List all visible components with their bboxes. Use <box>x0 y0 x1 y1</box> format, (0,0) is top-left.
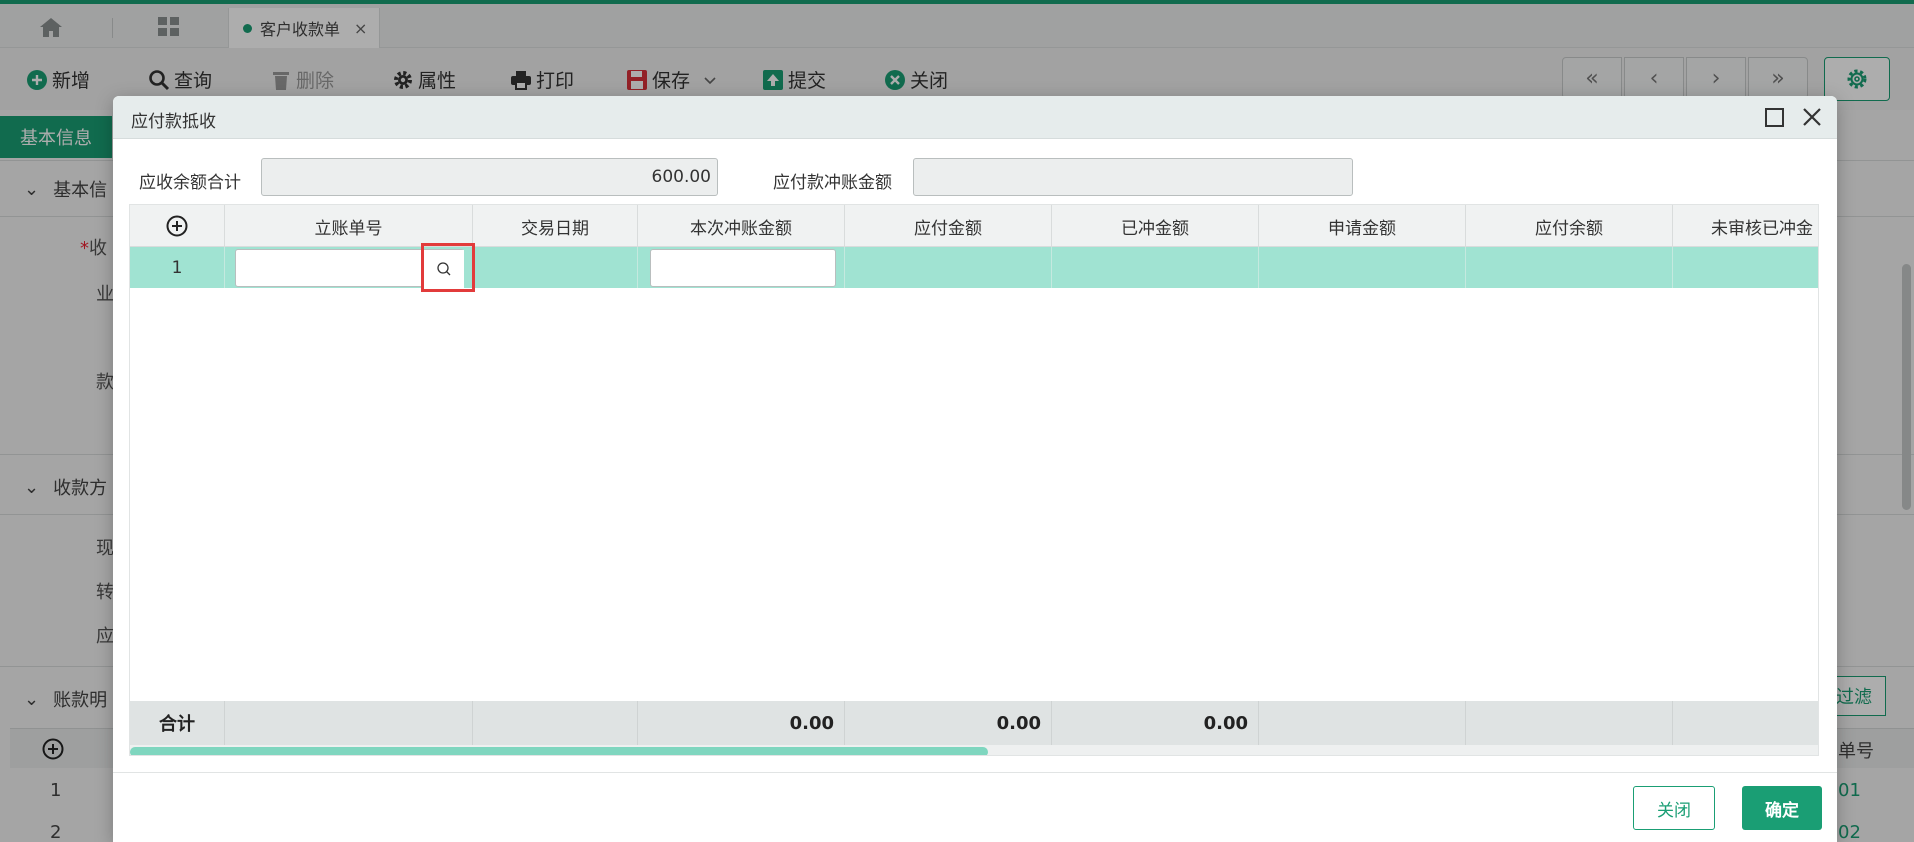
dialog-title: 应付款抵收 <box>131 112 216 132</box>
col-header-payable[interactable]: 应付金额 <box>845 205 1052 247</box>
footer-payable: 0.00 <box>845 701 1052 745</box>
grid-header: 立账单号 交易日期 本次冲账金额 应付金额 已冲金额 申请金额 应付余额 未审核… <box>130 205 1818 247</box>
cell-trade-date[interactable] <box>473 247 638 288</box>
payable-offset-label: 应付款冲账金额 <box>773 173 892 193</box>
plus-circle-icon <box>166 215 188 237</box>
footer-cell <box>1673 701 1818 745</box>
dialog-footer-divider <box>113 772 1837 773</box>
receivable-total-label: 应收余额合计 <box>139 173 241 193</box>
table-row[interactable]: 1 <box>130 247 1818 288</box>
footer-cell <box>1466 701 1673 745</box>
footer-cell <box>1259 701 1466 745</box>
col-header-balance[interactable]: 应付余额 <box>1466 205 1673 247</box>
col-header-offset-amount[interactable]: 本次冲账金额 <box>638 205 845 247</box>
col-header-offset-done[interactable]: 已冲金额 <box>1052 205 1259 247</box>
horizontal-scrollbar[interactable] <box>130 745 1818 755</box>
footer-offset-amount: 0.00 <box>638 701 845 745</box>
close-icon[interactable] <box>1799 104 1825 130</box>
scrollbar-thumb[interactable] <box>130 747 988 755</box>
cell-unreviewed <box>1673 247 1818 288</box>
col-header-applied[interactable]: 申请金额 <box>1259 205 1466 247</box>
cell-applied <box>1259 247 1466 288</box>
offset-dialog: 应付款抵收 应收余额合计 600.00 应付款冲账金额 立账单号 交易日期 本次… <box>113 96 1837 842</box>
receivable-total-field: 600.00 <box>261 158 718 196</box>
cell-payable <box>845 247 1052 288</box>
col-header-account-no[interactable]: 立账单号 <box>225 205 473 247</box>
footer-cell <box>225 701 473 745</box>
col-header-trade-date[interactable]: 交易日期 <box>473 205 638 247</box>
dialog-header: 应付款抵收 <box>113 96 1837 139</box>
grid-footer: 合计 0.00 0.00 0.00 <box>130 701 1818 745</box>
col-header-unreviewed[interactable]: 未审核已冲金 <box>1673 205 1818 247</box>
footer-cell <box>473 701 638 745</box>
lookup-highlight <box>421 243 475 292</box>
footer-offset-done: 0.00 <box>1052 701 1259 745</box>
footer-total-label: 合计 <box>130 701 225 745</box>
maximize-icon[interactable] <box>1765 108 1784 127</box>
cell-balance <box>1466 247 1673 288</box>
offset-amount-input[interactable] <box>650 249 836 287</box>
cell-offset-amount <box>638 247 845 288</box>
dialog-ok-button[interactable]: 确定 <box>1742 786 1822 830</box>
row-number: 1 <box>130 247 225 288</box>
payable-offset-field <box>913 158 1353 196</box>
cell-offset-done <box>1052 247 1259 288</box>
offset-grid: 立账单号 交易日期 本次冲账金额 应付金额 已冲金额 申请金额 应付余额 未审核… <box>129 204 1819 756</box>
dialog-close-button[interactable]: 关闭 <box>1633 786 1715 830</box>
add-row-header[interactable] <box>130 205 225 247</box>
